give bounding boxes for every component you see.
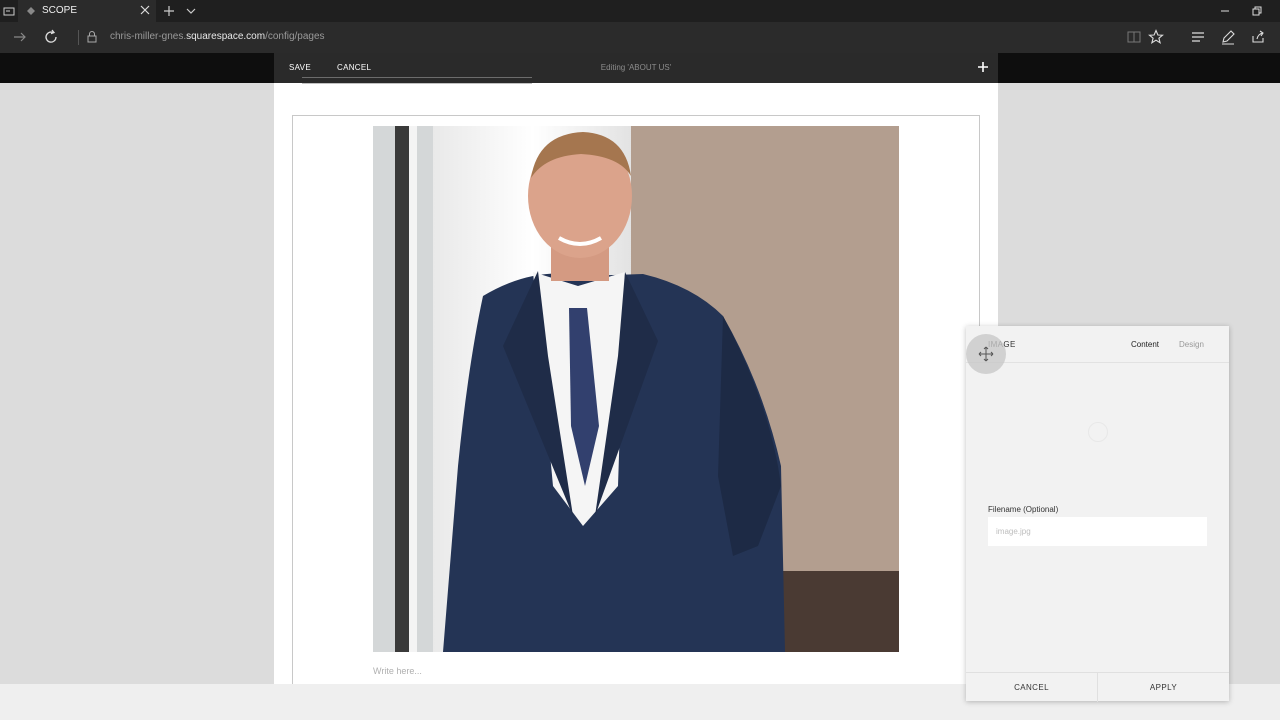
cancel-button[interactable]: CANCEL [337, 63, 371, 72]
tab-title: SCOPE [42, 5, 78, 16]
clipped-text-line [302, 77, 532, 84]
add-block-plus-icon[interactable] [976, 60, 990, 74]
address-separator [78, 30, 79, 45]
hub-icon[interactable] [1190, 29, 1206, 45]
share-icon[interactable] [1250, 29, 1266, 45]
browser-tab-active[interactable]: SCOPE [18, 0, 156, 22]
page-canvas: Write here... [274, 77, 998, 690]
loading-spinner-icon [1088, 422, 1108, 442]
browser-tab-bar: SCOPE [0, 0, 1280, 22]
reading-view-icon[interactable] [1126, 29, 1142, 45]
url-host: squarespace.com [186, 31, 266, 42]
browser-address-bar: chris-miller-gnes.squarespace.com/config… [0, 22, 1280, 53]
squarespace-favicon-icon [26, 6, 36, 16]
url-prefix: chris-miller-gnes. [110, 31, 187, 42]
url-path: /config/pages [265, 31, 325, 42]
restore-icon[interactable] [1250, 4, 1264, 18]
lock-icon [84, 29, 100, 45]
minimize-icon[interactable] [1218, 4, 1232, 18]
dialog-cancel-button[interactable]: CANCEL [966, 673, 1097, 702]
move-cross-icon [978, 346, 994, 362]
write-here-placeholder[interactable]: Write here... [373, 666, 422, 676]
portrait-photo[interactable] [373, 126, 899, 652]
close-tab-icon[interactable] [138, 3, 152, 17]
chevron-down-icon[interactable] [184, 4, 198, 18]
new-tab-icon[interactable] [162, 4, 176, 18]
dialog-footer: CANCEL APPLY [966, 672, 1229, 702]
dialog-apply-button[interactable]: APPLY [1098, 673, 1229, 702]
dialog-drag-handle[interactable] [966, 334, 1006, 374]
filename-input[interactable] [988, 517, 1207, 546]
url-field[interactable]: chris-miller-gnes.squarespace.com/config… [110, 31, 325, 42]
filename-label: Filename (Optional) [988, 505, 1059, 514]
tab-design[interactable]: Design [1179, 340, 1204, 349]
web-note-pen-icon[interactable] [1220, 29, 1236, 45]
favorite-star-icon[interactable] [1148, 29, 1164, 45]
refresh-icon[interactable] [43, 29, 59, 45]
image-settings-dialog: IMAGE Content Design Filename (Optional)… [966, 326, 1229, 702]
forward-arrow-icon[interactable] [12, 29, 28, 45]
editing-status: Editing 'ABOUT US' [600, 63, 672, 72]
tab-content[interactable]: Content [1131, 340, 1159, 349]
tab-actions-icon[interactable] [2, 4, 16, 18]
save-button[interactable]: SAVE [289, 63, 311, 72]
